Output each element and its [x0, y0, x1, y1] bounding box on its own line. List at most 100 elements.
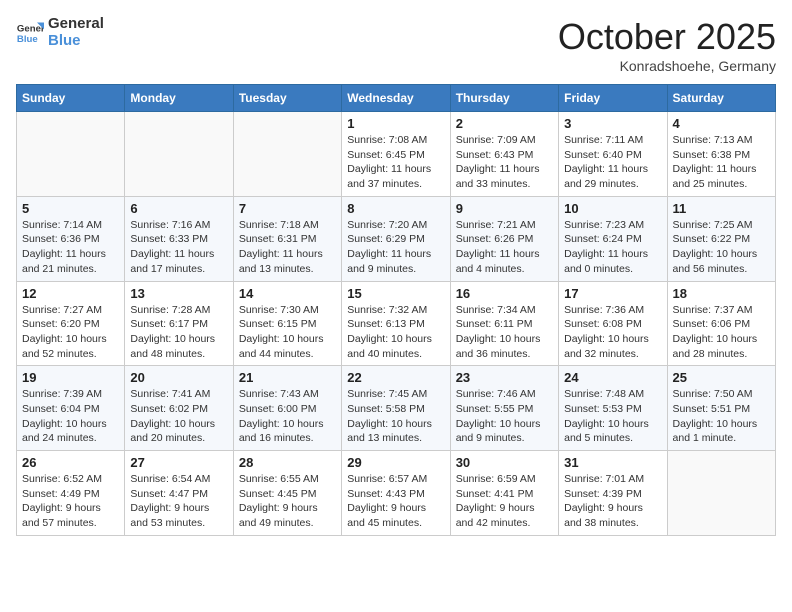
day-info: Sunrise: 7:45 AM Sunset: 5:58 PM Dayligh…: [347, 387, 444, 446]
calendar-cell: 10Sunrise: 7:23 AM Sunset: 6:24 PM Dayli…: [559, 196, 667, 281]
day-info: Sunrise: 7:25 AM Sunset: 6:22 PM Dayligh…: [673, 218, 770, 277]
day-number: 9: [456, 201, 553, 216]
day-number: 17: [564, 286, 661, 301]
day-number: 18: [673, 286, 770, 301]
weekday-header-monday: Monday: [125, 85, 233, 112]
calendar-cell: [17, 112, 125, 197]
day-number: 15: [347, 286, 444, 301]
day-number: 23: [456, 370, 553, 385]
logo-line2: Blue: [48, 33, 104, 50]
day-info: Sunrise: 6:52 AM Sunset: 4:49 PM Dayligh…: [22, 472, 119, 531]
calendar-cell: 27 Sunrise: 6:54 AM Sunset: 4:47 PM Dayli…: [125, 451, 233, 536]
weekday-header-tuesday: Tuesday: [233, 85, 341, 112]
day-number: 13: [130, 286, 227, 301]
day-number: 12: [22, 286, 119, 301]
calendar-cell: 12Sunrise: 7:27 AM Sunset: 6:20 PM Dayli…: [17, 281, 125, 366]
week-row-4: 26 Sunrise: 6:52 AM Sunset: 4:49 PM Dayli…: [17, 451, 776, 536]
calendar-cell: 2 Sunrise: 7:09 AM Sunset: 6:43 PM Daylig…: [450, 112, 558, 197]
day-number: 28: [239, 455, 336, 470]
day-info: Sunrise: 7:18 AM Sunset: 6:31 PM Dayligh…: [239, 218, 336, 277]
calendar-cell: 3Sunrise: 7:11 AM Sunset: 6:40 PM Daylig…: [559, 112, 667, 197]
calendar-cell: 24Sunrise: 7:48 AM Sunset: 5:53 PM Dayli…: [559, 366, 667, 451]
week-row-2: 12Sunrise: 7:27 AM Sunset: 6:20 PM Dayli…: [17, 281, 776, 366]
day-number: 14: [239, 286, 336, 301]
day-info: Sunrise: 7:08 AM Sunset: 6:45 PM Dayligh…: [347, 133, 444, 192]
day-info: Sunrise: 6:59 AM Sunset: 4:41 PM Dayligh…: [456, 472, 553, 531]
weekday-header-friday: Friday: [559, 85, 667, 112]
day-number: 1: [347, 116, 444, 131]
week-row-3: 19 Sunrise: 7:39 AM Sunset: 6:04 PM Dayli…: [17, 366, 776, 451]
location: Konradshoehe, Germany: [558, 58, 776, 74]
calendar-cell: 16Sunrise: 7:34 AM Sunset: 6:11 PM Dayli…: [450, 281, 558, 366]
day-info: Sunrise: 7:39 AM Sunset: 6:04 PM Dayligh…: [22, 387, 119, 446]
calendar-cell: 5Sunrise: 7:14 AM Sunset: 6:36 PM Daylig…: [17, 196, 125, 281]
calendar-cell: 8Sunrise: 7:20 AM Sunset: 6:29 PM Daylig…: [342, 196, 450, 281]
day-number: 19: [22, 370, 119, 385]
calendar-cell: 22 Sunrise: 7:45 AM Sunset: 5:58 PM Dayli…: [342, 366, 450, 451]
calendar-cell: 4 Sunrise: 7:13 AM Sunset: 6:38 PM Daylig…: [667, 112, 775, 197]
weekday-header-sunday: Sunday: [17, 85, 125, 112]
calendar-cell: 26 Sunrise: 6:52 AM Sunset: 4:49 PM Dayli…: [17, 451, 125, 536]
page-header: General Blue General Blue October 2025 K…: [16, 16, 776, 74]
day-info: Sunrise: 6:54 AM Sunset: 4:47 PM Dayligh…: [130, 472, 227, 531]
calendar-cell: 29Sunrise: 6:57 AM Sunset: 4:43 PM Dayli…: [342, 451, 450, 536]
calendar-cell: 9 Sunrise: 7:21 AM Sunset: 6:26 PM Daylig…: [450, 196, 558, 281]
day-info: Sunrise: 6:57 AM Sunset: 4:43 PM Dayligh…: [347, 472, 444, 531]
svg-text:Blue: Blue: [17, 33, 38, 44]
calendar-cell: [125, 112, 233, 197]
calendar-cell: 18 Sunrise: 7:37 AM Sunset: 6:06 PM Dayli…: [667, 281, 775, 366]
day-info: Sunrise: 7:41 AM Sunset: 6:02 PM Dayligh…: [130, 387, 227, 446]
day-info: Sunrise: 7:01 AM Sunset: 4:39 PM Dayligh…: [564, 472, 661, 531]
day-info: Sunrise: 7:13 AM Sunset: 6:38 PM Dayligh…: [673, 133, 770, 192]
day-number: 7: [239, 201, 336, 216]
day-info: Sunrise: 7:23 AM Sunset: 6:24 PM Dayligh…: [564, 218, 661, 277]
logo: General Blue General Blue: [16, 16, 104, 49]
calendar-cell: 23 Sunrise: 7:46 AM Sunset: 5:55 PM Dayli…: [450, 366, 558, 451]
day-info: Sunrise: 7:09 AM Sunset: 6:43 PM Dayligh…: [456, 133, 553, 192]
calendar-cell: 15 Sunrise: 7:32 AM Sunset: 6:13 PM Dayli…: [342, 281, 450, 366]
calendar-cell: 11Sunrise: 7:25 AM Sunset: 6:22 PM Dayli…: [667, 196, 775, 281]
day-number: 20: [130, 370, 227, 385]
calendar-cell: 19 Sunrise: 7:39 AM Sunset: 6:04 PM Dayli…: [17, 366, 125, 451]
week-row-0: 1 Sunrise: 7:08 AM Sunset: 6:45 PM Daylig…: [17, 112, 776, 197]
calendar-cell: 21 Sunrise: 7:43 AM Sunset: 6:00 PM Dayli…: [233, 366, 341, 451]
day-info: Sunrise: 7:16 AM Sunset: 6:33 PM Dayligh…: [130, 218, 227, 277]
calendar-cell: 13 Sunrise: 7:28 AM Sunset: 6:17 PM Dayli…: [125, 281, 233, 366]
day-number: 22: [347, 370, 444, 385]
day-number: 27: [130, 455, 227, 470]
calendar-header: SundayMondayTuesdayWednesdayThursdayFrid…: [17, 85, 776, 112]
day-info: Sunrise: 7:43 AM Sunset: 6:00 PM Dayligh…: [239, 387, 336, 446]
day-number: 5: [22, 201, 119, 216]
day-number: 26: [22, 455, 119, 470]
day-number: 25: [673, 370, 770, 385]
day-number: 3: [564, 116, 661, 131]
day-info: Sunrise: 7:36 AM Sunset: 6:08 PM Dayligh…: [564, 303, 661, 362]
weekday-header-wednesday: Wednesday: [342, 85, 450, 112]
day-number: 4: [673, 116, 770, 131]
day-info: Sunrise: 7:21 AM Sunset: 6:26 PM Dayligh…: [456, 218, 553, 277]
calendar-body: 1 Sunrise: 7:08 AM Sunset: 6:45 PM Daylig…: [17, 112, 776, 536]
day-info: Sunrise: 7:20 AM Sunset: 6:29 PM Dayligh…: [347, 218, 444, 277]
day-info: Sunrise: 7:32 AM Sunset: 6:13 PM Dayligh…: [347, 303, 444, 362]
day-info: Sunrise: 7:30 AM Sunset: 6:15 PM Dayligh…: [239, 303, 336, 362]
day-number: 2: [456, 116, 553, 131]
calendar-cell: 1 Sunrise: 7:08 AM Sunset: 6:45 PM Daylig…: [342, 112, 450, 197]
logo-icon: General Blue: [16, 19, 44, 47]
day-info: Sunrise: 7:46 AM Sunset: 5:55 PM Dayligh…: [456, 387, 553, 446]
calendar-cell: 30Sunrise: 6:59 AM Sunset: 4:41 PM Dayli…: [450, 451, 558, 536]
month-title: October 2025: [558, 16, 776, 58]
weekday-header-thursday: Thursday: [450, 85, 558, 112]
calendar-cell: [667, 451, 775, 536]
weekday-header-row: SundayMondayTuesdayWednesdayThursdayFrid…: [17, 85, 776, 112]
calendar-cell: [233, 112, 341, 197]
logo-line1: General: [48, 16, 104, 33]
day-info: Sunrise: 7:37 AM Sunset: 6:06 PM Dayligh…: [673, 303, 770, 362]
day-number: 24: [564, 370, 661, 385]
day-number: 21: [239, 370, 336, 385]
day-info: Sunrise: 7:50 AM Sunset: 5:51 PM Dayligh…: [673, 387, 770, 446]
day-info: Sunrise: 7:28 AM Sunset: 6:17 PM Dayligh…: [130, 303, 227, 362]
calendar-cell: 20 Sunrise: 7:41 AM Sunset: 6:02 PM Dayli…: [125, 366, 233, 451]
day-info: Sunrise: 6:55 AM Sunset: 4:45 PM Dayligh…: [239, 472, 336, 531]
calendar-cell: 17 Sunrise: 7:36 AM Sunset: 6:08 PM Dayli…: [559, 281, 667, 366]
calendar-cell: 28 Sunrise: 6:55 AM Sunset: 4:45 PM Dayli…: [233, 451, 341, 536]
